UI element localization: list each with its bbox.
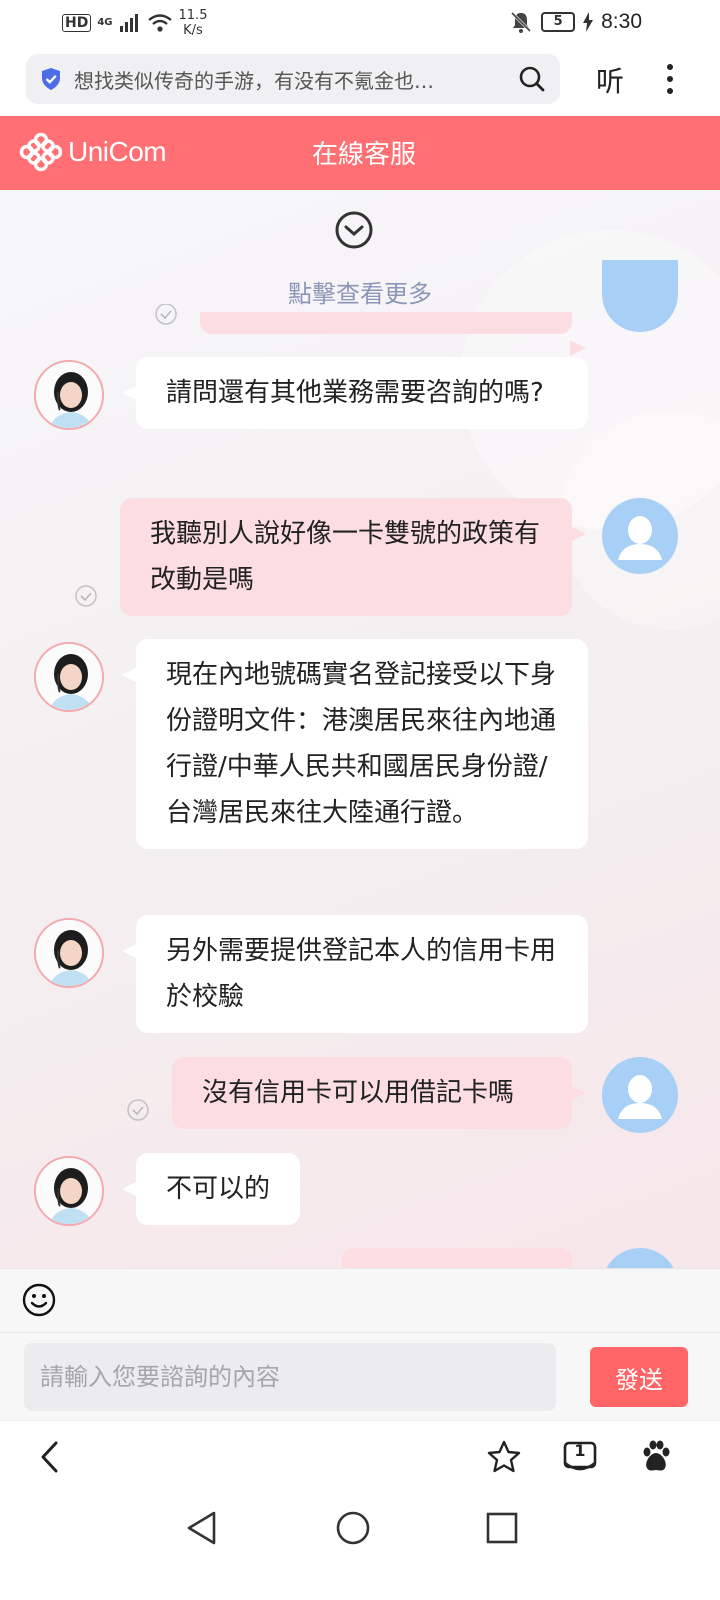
user-silhouette-icon: [618, 1075, 662, 1119]
user-silhouette-icon: [618, 516, 662, 560]
signal-icon: [119, 14, 138, 32]
page-title: 在線客服: [311, 140, 416, 170]
listen-button[interactable]: 听: [596, 60, 624, 100]
emoji-icon[interactable]: [22, 1283, 56, 1317]
speed-value: 11.5: [178, 8, 208, 23]
agent-avatar: [34, 1156, 104, 1226]
agent-avatar: [34, 642, 104, 712]
message-input-row: 發送: [0, 1332, 720, 1420]
more-menu-icon[interactable]: [664, 62, 676, 96]
chat-bubble-agent: 不可以的: [121, 1153, 301, 1225]
browser-search-box[interactable]: 想找类似传奇的手游，有没有不氪金也…: [26, 54, 560, 104]
baidu-paw-icon[interactable]: [638, 1439, 674, 1475]
chat-bubble-agent: 請問還有其他業務需要咨詢的嗎?: [122, 357, 588, 429]
back-icon[interactable]: [34, 1439, 70, 1475]
browser-bottom-bar: 1: [0, 1420, 720, 1496]
agent-portrait-icon: [36, 1158, 102, 1224]
agent-avatar: [34, 918, 104, 988]
system-navigation-bar: [0, 1496, 720, 1600]
clock: 8:30: [601, 10, 642, 33]
user-avatar-partial: [602, 1248, 678, 1268]
read-check-icon: [155, 304, 177, 325]
read-check-icon: [75, 585, 97, 607]
tabs-icon[interactable]: 1: [562, 1439, 598, 1475]
agent-avatar: [34, 360, 104, 430]
hd-indicator: HD: [62, 14, 92, 32]
star-icon[interactable]: [486, 1439, 522, 1475]
chat-area[interactable]: 點擊查看更多 請問還有其他業務需要咨詢的嗎? 我聽別人說好像一卡雙號的政策有改動…: [0, 190, 720, 1268]
net-speed: 11.5 K/s: [179, 8, 208, 38]
nav-home-icon[interactable]: [335, 1510, 371, 1546]
agent-portrait-icon: [36, 644, 102, 710]
chat-bubble-user: 沒有信用卡可以用借記卡嗎: [172, 1057, 586, 1129]
read-check-icon: [127, 1099, 149, 1121]
wifi-icon: [147, 14, 172, 32]
status-bar: HD 4G 11.5 K/s 5 8:30: [0, 0, 720, 50]
chevron-down-icon[interactable]: [334, 210, 374, 250]
send-button[interactable]: 發送: [590, 1347, 688, 1407]
chat-bubble-user-partial: [200, 312, 586, 356]
network-type: 4G: [97, 17, 113, 28]
status-left: HD 4G 11.5 K/s: [62, 8, 207, 38]
agent-portrait-icon: [36, 362, 102, 428]
chat-bubble-agent: 現在內地號碼實名登記接受以下身份證明文件：港澳居民來往內地通行證/中華人民共和國…: [122, 639, 588, 849]
agent-portrait-icon: [36, 920, 102, 986]
shield-icon: [42, 68, 60, 90]
chat-bubble-user: 我聽別人說好像一卡雙號的政策有改動是嗎: [120, 498, 586, 616]
nav-back-icon[interactable]: [184, 1510, 220, 1546]
chat-header: UniCom 在線客服: [0, 116, 720, 190]
tab-count: 1: [574, 1441, 586, 1460]
message-input[interactable]: [24, 1343, 556, 1411]
nav-recents-icon[interactable]: [484, 1510, 520, 1546]
speed-unit: K/s: [183, 23, 203, 38]
mute-bell-icon: [511, 11, 532, 33]
chat-bubble-user-partial: [342, 1248, 572, 1268]
search-query: 想找类似传奇的手游，有没有不氪金也…: [74, 68, 434, 93]
user-avatar: [602, 498, 678, 574]
battery-icon: 5: [541, 12, 576, 32]
chat-bubble-agent: 另外需要提供登記本人的信用卡用於校驗: [122, 915, 588, 1033]
user-avatar: [602, 1057, 678, 1133]
chat-toolbar: [0, 1268, 720, 1332]
status-right: 5 8:30: [509, 10, 642, 34]
charging-icon: [583, 12, 594, 32]
search-icon[interactable]: [518, 65, 546, 93]
browser-toolbar: 想找类似传奇的手游，有没有不氪金也… 听: [0, 50, 720, 116]
